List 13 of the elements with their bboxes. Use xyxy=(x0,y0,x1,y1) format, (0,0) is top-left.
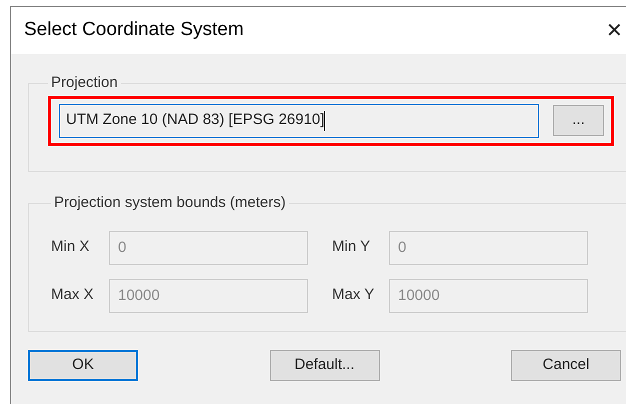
window-title: Select Coordinate System xyxy=(24,18,244,42)
field-label: Max X xyxy=(51,285,95,306)
group-label: Projection xyxy=(50,73,119,93)
dialog-button[interactable]: Default... xyxy=(270,350,380,381)
group-label: Projection system bounds (meters) xyxy=(53,193,287,213)
dialog-button[interactable]: OK xyxy=(28,350,138,381)
projection-field[interactable]: UTM Zone 10 (NAD 83) [EPSG 26910] xyxy=(59,104,539,138)
field-label: Min X xyxy=(51,237,90,258)
close-button[interactable]: ✕ xyxy=(606,20,623,40)
browse-button[interactable]: ... xyxy=(553,105,604,136)
dialog-button[interactable]: Cancel xyxy=(511,350,621,381)
field-label: Max Y xyxy=(332,285,376,306)
field-label: Min Y xyxy=(332,237,372,258)
